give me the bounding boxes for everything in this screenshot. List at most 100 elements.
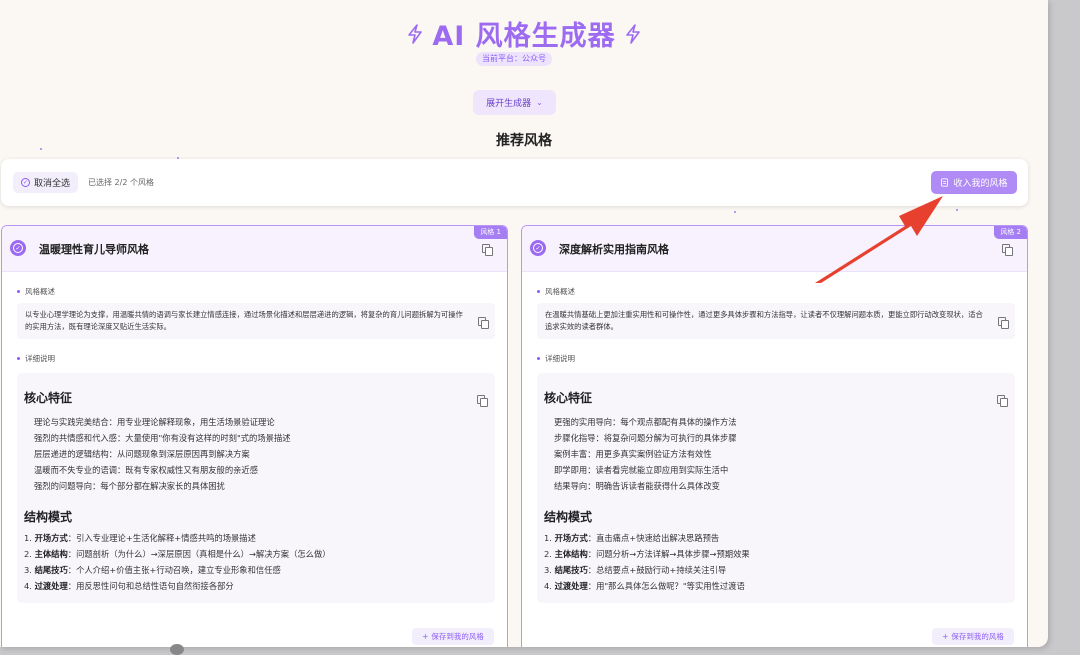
overview-label-text: 风格概述 [25,287,55,296]
overview-text-box: 以专业心理学理论为支撑，用温暖共情的语调与家长建立情感连接，通过场景化描述和层层… [17,303,495,339]
style-tag: 风格 2 [994,226,1027,239]
structure-key: 结尾技巧 [554,565,588,575]
structure-value: ：问题剖析（为什么）→深层原因（真相是什么）→解决方案（怎么做） [67,549,331,559]
feature-item: 温暖而不失专业的语调：既有专家权威性又有朋友般的亲近感 [34,465,259,475]
copy-icon[interactable] [478,317,489,329]
platform-badge: 当前平台：公众号 [476,52,552,66]
structure-num: 2. [24,549,32,559]
save-style-label: 保存到我的风格 [431,632,484,641]
structure-key: 主体结构 [554,549,588,559]
overview-text-box: 在温暖共情基础上更加注重实用性和可操作性，通过更多具体步骤和方法指导，让读者不仅… [537,303,1015,339]
decor-dot [956,209,958,211]
structure-num: 3. [544,565,552,575]
structure-num: 2. [544,549,552,559]
app-title-group: AI 风格生成器 [406,14,641,53]
structure-num: 4. [544,581,552,591]
save-style-button[interactable]: + 保存到我的风格 [932,628,1014,645]
bullet-icon [17,357,20,360]
selected-check-icon[interactable]: ✓ [10,240,26,256]
save-style-button[interactable]: + 保存到我的风格 [412,628,494,645]
structure-num: 3. [24,565,32,575]
copy-icon[interactable] [998,317,1009,329]
structure-item: 4. 过渡处理：用"那么具体怎么做呢？"等实用性过渡语 [544,580,745,592]
chevron-down-icon: ⌄ [536,98,543,107]
feature-item: 案例丰富：用更多真实案例验证方法有效性 [554,449,712,459]
overview-text: 以专业心理学理论为支撑，用温暖共情的语调与家长建立情感连接，通过场景化描述和层层… [25,310,463,331]
structure-key: 主体结构 [34,549,68,559]
bullet-icon [537,290,540,293]
feature-item: 即学即用：读者看完就能立即应用到实际生活中 [554,465,729,475]
lightning-icon [408,23,423,44]
structure-num: 1. [544,533,552,543]
annotation-arrow-icon [815,196,943,283]
plus-icon: + [422,632,429,641]
structure-key: 开场方式 [34,533,68,543]
lightning-icon [625,23,640,44]
selected-count: 已选择 2/2 个风格 [88,178,154,187]
section-title: 推荐风格 [496,133,552,149]
structure-item: 1. 开场方式：引入专业理论+生活化解释+情感共鸣的场景描述 [24,532,256,544]
structure-value: ：引入专业理论+生活化解释+情感共鸣的场景描述 [67,533,256,543]
structure-value: ：直击痛点+快速给出解决思路预告 [587,533,720,543]
structure-num: 1. [24,533,32,543]
style-tag: 风格 1 [474,226,507,239]
structure-value: ：总结要点+鼓励行动+持续关注引导 [587,565,727,575]
structure-item: 1. 开场方式：直击痛点+快速给出解决思路预告 [544,532,719,544]
structure-value: ：问题分析→方法详解→具体步骤→预期效果 [587,549,750,559]
structure-item: 2. 主体结构：问题分析→方法详解→具体步骤→预期效果 [544,548,750,560]
feature-item: 强烈的问题导向：每个部分都在解决家长的具体困扰 [34,481,225,491]
feature-item: 更强的实用导向：每个观点都配有具体的操作方法 [554,417,737,427]
details-label: 详细说明 [537,353,575,364]
detail-box: 核心特征 理论与实践完美结合：用专业理论解释现象，用生活场景验证理论 强烈的共情… [17,373,495,603]
structure-key: 结尾技巧 [34,565,68,575]
avatar [170,644,184,655]
structure-key: 过渡处理 [34,581,68,591]
deselect-all-label: 取消全选 [33,179,70,189]
selected-check-icon[interactable]: ✓ [530,240,546,256]
bullet-icon [537,357,540,360]
feature-item: 强烈的共情感和代入感：大量使用"你有没有这样的时刻"式的场景描述 [34,433,291,443]
app-window: AI 风格生成器 当前平台：公众号 展开生成器 ⌄ 推荐风格 ✓ 取消全选 已选… [0,0,1048,647]
expand-generator-label: 展开生成器 [486,99,532,109]
copy-icon[interactable] [1002,244,1013,256]
structure-item: 2. 主体结构：问题剖析（为什么）→深层原因（真相是什么）→解决方案（怎么做） [24,548,331,560]
collect-styles-label: 收入我的风格 [953,179,1008,189]
structure-item: 3. 结尾技巧：总结要点+鼓励行动+持续关注引导 [544,564,726,576]
overview-label: 风格概述 [17,286,55,297]
structure-item: 3. 结尾技巧：个人介绍+价值主张+行动召唤，建立专业形象和信任感 [24,564,281,576]
structure-heading: 结构模式 [24,510,73,524]
structure-num: 4. [24,581,32,591]
core-features-heading: 核心特征 [24,391,73,405]
deselect-all-button[interactable]: ✓ 取消全选 [13,172,78,193]
structure-item: 4. 过渡处理：用反思性问句和总结性语句自然衔接各部分 [24,580,234,592]
structure-value: ：用"那么具体怎么做呢？"等实用性过渡语 [587,581,745,591]
save-style-label: 保存到我的风格 [951,632,1004,641]
expand-generator-button[interactable]: 展开生成器 ⌄ [473,90,556,115]
structure-heading: 结构模式 [544,510,593,524]
copy-icon[interactable] [477,395,488,407]
bullet-icon [17,290,20,293]
app-title: AI 风格生成器 [432,21,616,52]
detail-box: 核心特征 更强的实用导向：每个观点都配有具体的操作方法 步骤化指导：将复杂问题分… [537,373,1015,603]
details-label: 详细说明 [17,353,55,364]
overview-label: 风格概述 [537,286,575,297]
structure-key: 开场方式 [554,533,588,543]
structure-value: ：用反思性问句和总结性语句自然衔接各部分 [67,581,234,591]
card-header: ✓ 温暖理性育儿导师风格 [2,226,507,272]
style-card[interactable]: ✓ 温暖理性育儿导师风格 风格 1 风格概述 以专业心理学理论为支撑，用温暖共情… [1,225,508,647]
check-circle-icon: ✓ [20,178,30,187]
structure-key: 过渡处理 [554,581,588,591]
feature-item: 结果导向：明确告诉读者能获得什么具体改变 [554,481,720,491]
overview-text: 在温暖共情基础上更加注重实用性和可操作性，通过更多具体步骤和方法指导，让读者不仅… [545,310,983,331]
document-icon [941,178,949,187]
style-card[interactable]: ✓ 深度解析实用指南风格 风格 2 风格概述 在温暖共情基础上更加注重实用性和可… [521,225,1028,647]
decor-dot [734,211,736,213]
details-label-text: 详细说明 [25,354,55,363]
copy-icon[interactable] [997,395,1008,407]
copy-icon[interactable] [482,244,493,256]
card-title: 温暖理性育儿导师风格 [39,243,149,256]
feature-item: 步骤化指导：将复杂问题分解为可执行的具体步骤 [554,433,737,443]
feature-item: 理论与实践完美结合：用专业理论解释现象，用生活场景验证理论 [34,417,275,427]
header: AI 风格生成器 [0,14,1048,53]
core-features-heading: 核心特征 [544,391,593,405]
